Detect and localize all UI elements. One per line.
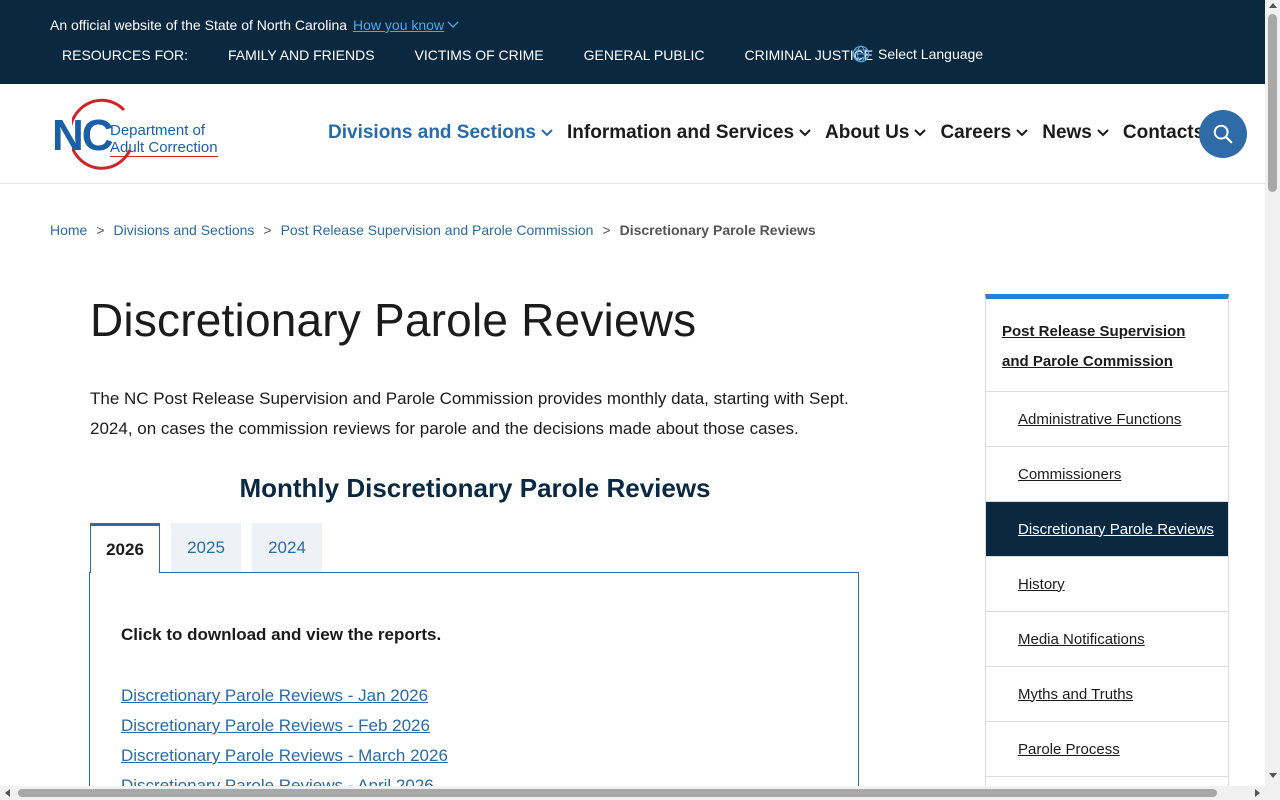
chevron-down-icon — [1097, 129, 1109, 137]
section-sidebar: Post Release Supervision and Parole Comm… — [985, 294, 1229, 800]
language-selector[interactable]: Select Language — [852, 45, 983, 63]
resources-label: RESOURCES FOR: — [62, 47, 189, 63]
sidebar-item-label[interactable]: Commissioners — [1018, 466, 1121, 483]
year-tabs: 2026 2025 2024 — [90, 523, 333, 573]
breadcrumb-commission[interactable]: Post Release Supervision and Parole Comm… — [281, 222, 594, 238]
tab-panel: Click to download and view the reports. … — [89, 572, 859, 800]
how-you-know-link[interactable]: How you know — [353, 17, 459, 33]
nav-label: Information and Services — [567, 122, 795, 143]
nav-news[interactable]: News — [1042, 122, 1109, 144]
intro-paragraph: The NC Post Release Supervision and Paro… — [90, 389, 849, 438]
nav-label: News — [1042, 122, 1092, 143]
sidebar-item-media-notifications[interactable]: Media Notifications — [986, 612, 1228, 667]
globe-icon — [852, 45, 870, 63]
list-item: Discretionary Parole Reviews - March 202… — [121, 741, 448, 771]
scroll-right-icon[interactable] — [1255, 789, 1260, 797]
logo-department: Department of Adult Correction — [110, 122, 218, 157]
nav-information-and-services[interactable]: Information and Services — [567, 122, 811, 144]
resources-bar: RESOURCES FOR: FAMILY AND FRIENDS VICTIM… — [62, 47, 913, 63]
sidebar-item-commissioners[interactable]: Commissioners — [986, 447, 1228, 502]
resource-link-victims[interactable]: VICTIMS OF CRIME — [415, 47, 544, 63]
chevron-down-icon — [799, 129, 811, 137]
sidebar-item-label[interactable]: History — [1018, 576, 1065, 593]
nav-divisions-and-sections[interactable]: Divisions and Sections — [328, 122, 553, 144]
sidebar-heading: Post Release Supervision and Parole Comm… — [986, 299, 1228, 392]
sidebar-item-label[interactable]: Media Notifications — [1018, 631, 1145, 648]
sidebar-item-myths-and-truths[interactable]: Myths and Truths — [986, 667, 1228, 722]
tab-2025[interactable]: 2025 — [171, 523, 241, 572]
breadcrumb-separator: > — [602, 222, 611, 238]
report-link-jan-2026[interactable]: Discretionary Parole Reviews - Jan 2026 — [121, 686, 428, 705]
chevron-down-icon — [541, 129, 553, 137]
horizontal-scroll-thumb[interactable] — [18, 789, 1217, 797]
sidebar-item-label[interactable]: Administrative Functions — [1018, 411, 1181, 428]
report-link-march-2026[interactable]: Discretionary Parole Reviews - March 202… — [121, 746, 448, 765]
chevron-down-icon — [447, 21, 459, 28]
resource-link-public[interactable]: GENERAL PUBLIC — [584, 47, 705, 63]
tab-2024[interactable]: 2024 — [252, 523, 322, 572]
nav-careers[interactable]: Careers — [940, 122, 1028, 144]
nav-label: About Us — [825, 122, 910, 143]
page-title: Discretionary Parole Reviews — [90, 294, 697, 346]
official-banner: An official website of the State of Nort… — [0, 0, 1265, 84]
official-notice: An official website of the State of Nort… — [50, 17, 459, 33]
breadcrumb: Home > Divisions and Sections > Post Rel… — [50, 222, 816, 238]
nav-label: Careers — [940, 122, 1012, 143]
list-item: Discretionary Parole Reviews - Jan 2026 — [121, 681, 448, 711]
search-button[interactable] — [1199, 110, 1247, 158]
vertical-scroll-thumb[interactable] — [1268, 14, 1277, 192]
report-link-feb-2026[interactable]: Discretionary Parole Reviews - Feb 2026 — [121, 716, 430, 735]
chevron-down-icon — [914, 129, 927, 137]
resource-link-family[interactable]: FAMILY AND FRIENDS — [228, 47, 375, 63]
chevron-down-icon — [1016, 129, 1028, 137]
language-label: Select Language — [878, 46, 984, 62]
how-you-know-label: How you know — [353, 17, 445, 33]
sidebar-item-label[interactable]: Parole Process — [1018, 741, 1120, 758]
sidebar-item-discretionary-parole-reviews[interactable]: Discretionary Parole Reviews — [986, 502, 1228, 557]
vertical-scrollbar[interactable] — [1265, 0, 1280, 786]
breadcrumb-divisions[interactable]: Divisions and Sections — [114, 222, 255, 238]
logo-line-1: Department of — [110, 122, 206, 139]
search-icon — [1213, 124, 1233, 144]
sidebar-item-label[interactable]: Discretionary Parole Reviews — [1018, 521, 1214, 538]
nav-label: Contacts — [1122, 122, 1205, 143]
nav-label: Divisions and Sections — [328, 122, 536, 143]
main-nav: Divisions and Sections Information and S… — [328, 122, 1235, 144]
sidebar-item-label[interactable]: Myths and Truths — [1018, 686, 1133, 703]
logo-nc: NC — [52, 111, 114, 160]
nav-about-us[interactable]: About Us — [825, 122, 927, 144]
sidebar-item-parole-process[interactable]: Parole Process — [986, 722, 1228, 777]
tab-2026[interactable]: 2026 — [90, 523, 160, 573]
sidebar-item-history[interactable]: History — [986, 557, 1228, 612]
report-list: Discretionary Parole Reviews - Jan 2026 … — [121, 681, 448, 800]
breadcrumb-home[interactable]: Home — [50, 222, 87, 238]
site-header: NC Department of Adult Correction Divisi… — [0, 84, 1265, 184]
official-text: An official website of the State of Nort… — [50, 17, 348, 33]
logo-line-2: Adult Correction — [110, 139, 218, 157]
scroll-up-icon[interactable] — [1269, 3, 1277, 8]
scroll-left-icon[interactable] — [5, 789, 10, 797]
scroll-down-icon[interactable] — [1269, 773, 1277, 778]
breadcrumb-separator: > — [263, 222, 272, 238]
sidebar-item-administrative-functions[interactable]: Administrative Functions — [986, 392, 1228, 447]
horizontal-scrollbar[interactable] — [0, 786, 1280, 800]
breadcrumb-current: Discretionary Parole Reviews — [619, 222, 816, 238]
sidebar-heading-link[interactable]: Post Release Supervision and Parole Comm… — [1002, 323, 1185, 370]
panel-heading: Click to download and view the reports. — [121, 625, 442, 644]
section-title: Monthly Discretionary Parole Reviews — [239, 473, 711, 503]
list-item: Discretionary Parole Reviews - Feb 2026 — [121, 711, 448, 741]
site-logo[interactable]: NC Department of Adult Correction — [50, 96, 245, 172]
breadcrumb-separator: > — [96, 222, 105, 238]
